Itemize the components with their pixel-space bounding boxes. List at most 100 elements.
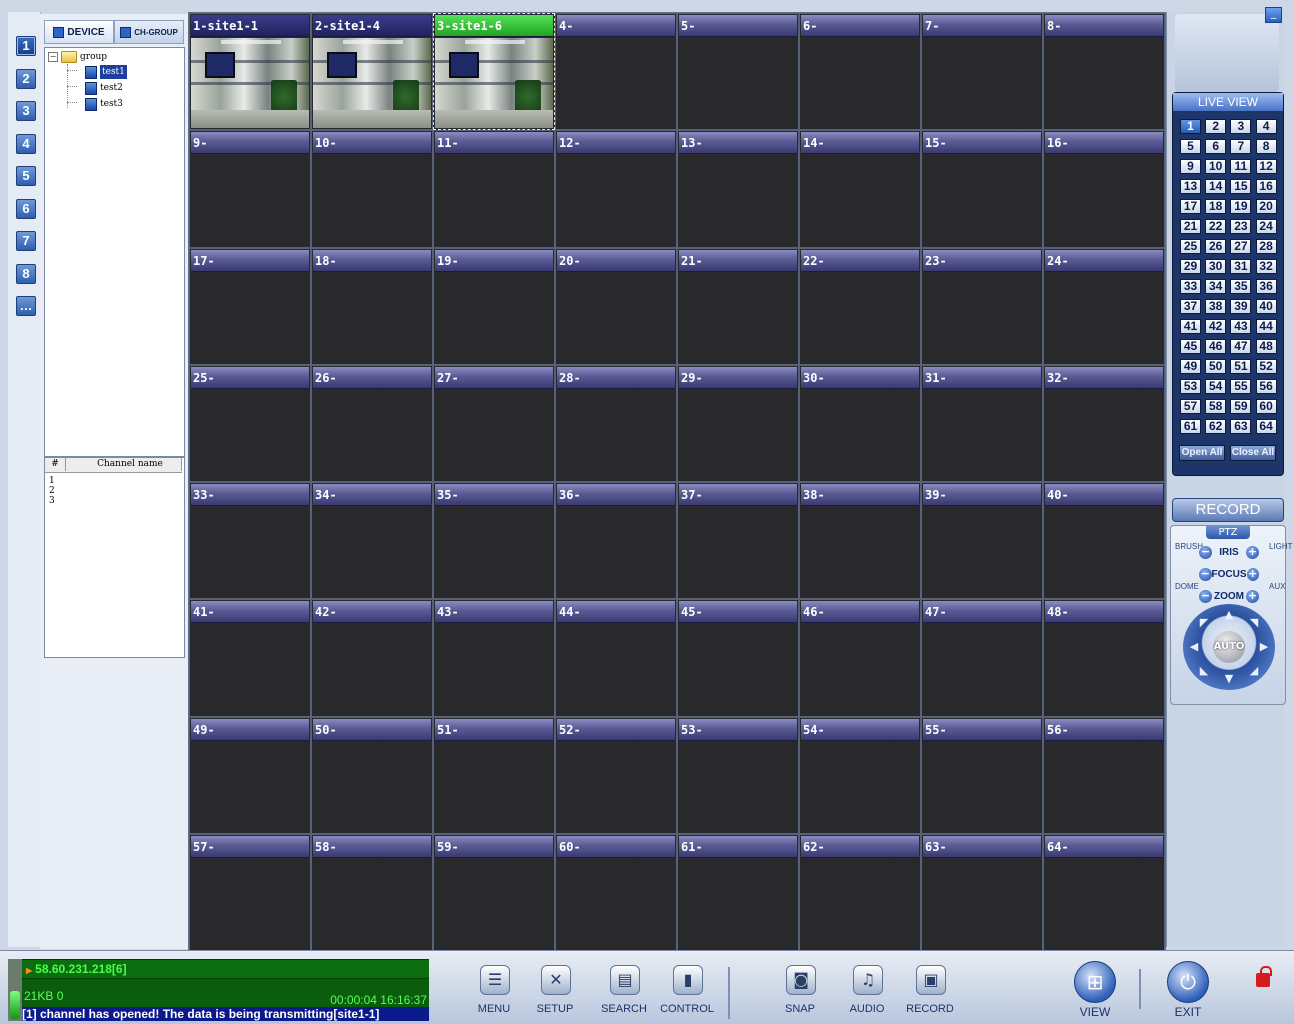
ptz-auto-button[interactable]: AUTO (1213, 631, 1245, 663)
live-view-channel-59[interactable]: 59 (1230, 399, 1252, 414)
page-button-7[interactable]: 7 (16, 231, 36, 251)
tree-node-test3[interactable]: test3 (85, 97, 123, 111)
live-view-channel-51[interactable]: 51 (1230, 359, 1252, 374)
video-tile-8[interactable]: 8- (1043, 13, 1165, 131)
video-tile-42[interactable]: 42- (311, 599, 433, 717)
tab-device[interactable]: DEVICE (44, 20, 114, 44)
live-view-channel-61[interactable]: 61 (1180, 419, 1201, 434)
live-view-channel-10[interactable]: 10 (1205, 159, 1227, 174)
video-tile-39[interactable]: 39- (921, 482, 1043, 600)
video-tile-60[interactable]: 60- (555, 833, 677, 951)
live-view-channel-13[interactable]: 13 (1180, 179, 1201, 194)
aux-button[interactable]: AUX (1269, 582, 1285, 591)
video-tile-20[interactable]: 20- (555, 247, 677, 365)
video-tile-63[interactable]: 63- (921, 833, 1043, 951)
video-tile-25[interactable]: 25- (189, 364, 311, 482)
live-view-channel-40[interactable]: 40 (1255, 299, 1277, 314)
live-view-channel-30[interactable]: 30 (1205, 259, 1227, 274)
video-tile-30[interactable]: 30- (799, 364, 921, 482)
video-tile-56[interactable]: 56- (1043, 716, 1165, 834)
live-view-channel-23[interactable]: 23 (1230, 219, 1252, 234)
snap-button[interactable]: ◙ SNAP (770, 963, 830, 1019)
live-view-channel-34[interactable]: 34 (1205, 279, 1227, 294)
live-view-channel-58[interactable]: 58 (1205, 399, 1227, 414)
video-tile-38[interactable]: 38- (799, 482, 921, 600)
live-view-channel-41[interactable]: 41 (1180, 319, 1201, 334)
control-button[interactable]: ▮ CONTROL (657, 963, 717, 1019)
column-header-number[interactable]: # (45, 458, 66, 471)
video-tile-1[interactable]: 1-site1-1 (189, 13, 311, 131)
video-tile-26[interactable]: 26- (311, 364, 433, 482)
open-all-button[interactable]: Open All (1179, 445, 1225, 461)
video-tile-41[interactable]: 41- (189, 599, 311, 717)
live-view-channel-63[interactable]: 63 (1230, 419, 1252, 434)
video-tile-46[interactable]: 46- (799, 599, 921, 717)
live-view-channel-6[interactable]: 6 (1205, 139, 1227, 154)
record-button[interactable]: ▣ RECORD (900, 963, 960, 1019)
page-button-2[interactable]: 2 (16, 68, 36, 89)
live-view-channel-32[interactable]: 32 (1255, 259, 1277, 274)
live-view-channel-21[interactable]: 21 (1180, 219, 1201, 234)
video-tile-15[interactable]: 15- (921, 130, 1043, 248)
live-view-channel-14[interactable]: 14 (1205, 179, 1227, 194)
video-tile-33[interactable]: 33- (189, 482, 311, 600)
arrow-down-icon[interactable]: ▼ (1222, 672, 1236, 686)
live-view-channel-39[interactable]: 39 (1230, 299, 1252, 314)
video-tile-57[interactable]: 57- (189, 833, 311, 951)
video-tile-34[interactable]: 34- (311, 482, 433, 600)
video-tile-37[interactable]: 37- (677, 482, 799, 600)
zoom-plus-button[interactable]: + (1246, 589, 1259, 603)
live-view-channel-2[interactable]: 2 (1205, 119, 1227, 134)
video-tile-40[interactable]: 40- (1043, 482, 1165, 600)
page-button-more[interactable]: … (16, 296, 36, 316)
zoom-minus-button[interactable]: − (1199, 589, 1212, 603)
collapse-icon[interactable]: − (48, 52, 58, 62)
focus-plus-button[interactable]: + (1246, 567, 1259, 581)
video-tile-54[interactable]: 54- (799, 716, 921, 834)
video-tile-43[interactable]: 43- (433, 599, 555, 717)
video-tile-22[interactable]: 22- (799, 247, 921, 365)
video-tile-19[interactable]: 19- (433, 247, 555, 365)
video-tile-17[interactable]: 17- (189, 247, 311, 365)
live-view-channel-37[interactable]: 37 (1180, 299, 1201, 314)
dome-button[interactable]: DOME (1175, 582, 1199, 591)
live-view-channel-52[interactable]: 52 (1255, 359, 1277, 374)
live-view-channel-47[interactable]: 47 (1230, 339, 1252, 354)
arrow-up-icon[interactable]: ▲ (1222, 608, 1236, 622)
video-tile-51[interactable]: 51- (433, 716, 555, 834)
video-tile-49[interactable]: 49- (189, 716, 311, 834)
live-view-channel-5[interactable]: 5 (1180, 139, 1201, 154)
page-button-6[interactable]: 6 (16, 198, 36, 219)
video-tile-18[interactable]: 18- (311, 247, 433, 365)
iris-minus-button[interactable]: − (1199, 545, 1212, 559)
video-tile-6[interactable]: 6- (799, 13, 921, 131)
video-tile-23[interactable]: 23- (921, 247, 1043, 365)
search-button[interactable]: ▤ SEARCH (594, 963, 654, 1019)
live-view-channel-24[interactable]: 24 (1255, 219, 1277, 234)
live-view-channel-42[interactable]: 42 (1205, 319, 1227, 334)
page-button-5[interactable]: 5 (16, 166, 36, 186)
video-tile-24[interactable]: 24- (1043, 247, 1165, 365)
menu-button[interactable]: ☰ MENU (464, 963, 524, 1019)
live-view-channel-3[interactable]: 3 (1230, 119, 1252, 134)
video-tile-2[interactable]: 2-site1-4 (311, 13, 433, 131)
live-view-channel-49[interactable]: 49 (1180, 359, 1201, 374)
video-tile-59[interactable]: 59- (433, 833, 555, 951)
video-tile-53[interactable]: 53- (677, 716, 799, 834)
live-view-channel-12[interactable]: 12 (1255, 159, 1277, 174)
video-tile-12[interactable]: 12- (555, 130, 677, 248)
video-tile-4[interactable]: 4- (555, 13, 677, 131)
video-tile-9[interactable]: 9- (189, 130, 311, 248)
live-view-channel-4[interactable]: 4 (1255, 119, 1277, 134)
video-tile-45[interactable]: 45- (677, 599, 799, 717)
column-header-channel-name[interactable]: Channel name (79, 458, 182, 471)
live-view-channel-26[interactable]: 26 (1205, 239, 1227, 254)
video-tile-11[interactable]: 11- (433, 130, 555, 248)
live-view-channel-9[interactable]: 9 (1180, 159, 1201, 174)
live-view-channel-17[interactable]: 17 (1180, 199, 1201, 214)
close-all-button[interactable]: Close All (1230, 445, 1276, 461)
live-view-channel-11[interactable]: 11 (1230, 159, 1252, 174)
video-tile-61[interactable]: 61- (677, 833, 799, 951)
arrow-up-right-icon[interactable]: ◥ (1247, 616, 1261, 630)
video-tile-32[interactable]: 32- (1043, 364, 1165, 482)
